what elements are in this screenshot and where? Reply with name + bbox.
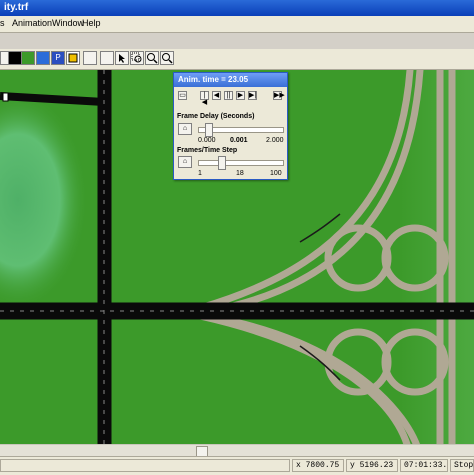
frame-delay-min: 0.000 [198,137,216,144]
end-icon[interactable]: ▶▶ [273,91,285,100]
frame-delay-lock-icon[interactable]: ⌂ [178,123,192,135]
zoom-box-icon[interactable] [130,51,144,65]
status-mode: Stop [450,459,474,472]
network-icon[interactable] [36,51,50,65]
frames-per-step-slider-thumb[interactable] [218,156,227,170]
menu-bar: s Animation Window Help [0,16,474,33]
menu-item-help[interactable]: Help [82,18,101,28]
menu-item-file[interactable]: s [0,18,5,28]
vehicle-icon[interactable] [83,51,97,65]
frame-delay-slider-thumb[interactable] [205,123,214,137]
status-bar: x 7800.75 y 5196.23 07:01:33.08 Stop [0,456,474,475]
rewind-icon[interactable]: |◀ [200,91,209,106]
zoom-in-icon[interactable] [145,51,159,65]
toolbar: P [0,49,474,70]
frame-delay-max: 2.000 [266,137,284,144]
frames-per-step-current: 18 [236,170,244,177]
camera-icon[interactable]: ▭ [178,91,187,100]
lane-glyph [68,53,78,63]
frames-per-step-label: Frames/Time Step [177,147,238,154]
window-title: ity.trf [4,2,29,13]
arrow-glyph [119,54,125,63]
status-time: 07:01:33.08 [400,459,448,472]
step-back-icon[interactable]: ◀ [212,91,221,100]
status-y: y 5196.23 [346,459,398,472]
animation-dialog: Anim. time = 23.05 ▭ |◀ ◀ || ▶ ▶| ▶▶ Fra… [173,72,288,180]
p-icon[interactable]: P [51,51,65,65]
animation-dialog-title: Anim. time = 23.05 [174,73,287,87]
frame-delay-current: 0.001 [230,137,248,144]
fit-glyph [162,53,173,64]
fit-icon[interactable] [160,51,174,65]
frames-per-step-max: 100 [270,170,282,177]
status-y-value: 5196.23 [359,461,394,470]
pause-icon[interactable]: || [224,91,233,100]
status-y-label: y [350,461,355,470]
lane-icon[interactable] [66,51,80,65]
open-icon[interactable] [21,51,35,65]
zoom-in-glyph [147,53,158,64]
link-icon[interactable] [100,51,114,65]
north-south-road [97,70,112,447]
frame-delay-label: Frame Delay (Seconds) [177,113,255,120]
step-forward-icon[interactable]: ▶| [248,91,257,100]
zone-marker [2,92,9,102]
frames-per-step-slider[interactable] [198,160,284,166]
square-icon[interactable] [8,51,22,65]
title-bar: ity.trf [0,0,474,16]
menu-item-window[interactable]: Window [52,18,84,28]
status-x: x 7800.75 [292,459,344,472]
menu-item-animation[interactable]: Animation [12,18,52,28]
status-message [0,459,290,472]
zoom-box-glyph [131,52,142,63]
status-x-value: 7800.75 [305,461,340,470]
select-arrow-icon[interactable] [115,51,129,65]
frames-per-step-min: 1 [198,170,202,177]
frames-per-step-lock-icon[interactable]: ⌂ [178,156,192,168]
play-icon[interactable]: ▶ [236,91,245,100]
status-x-label: x [296,461,301,470]
